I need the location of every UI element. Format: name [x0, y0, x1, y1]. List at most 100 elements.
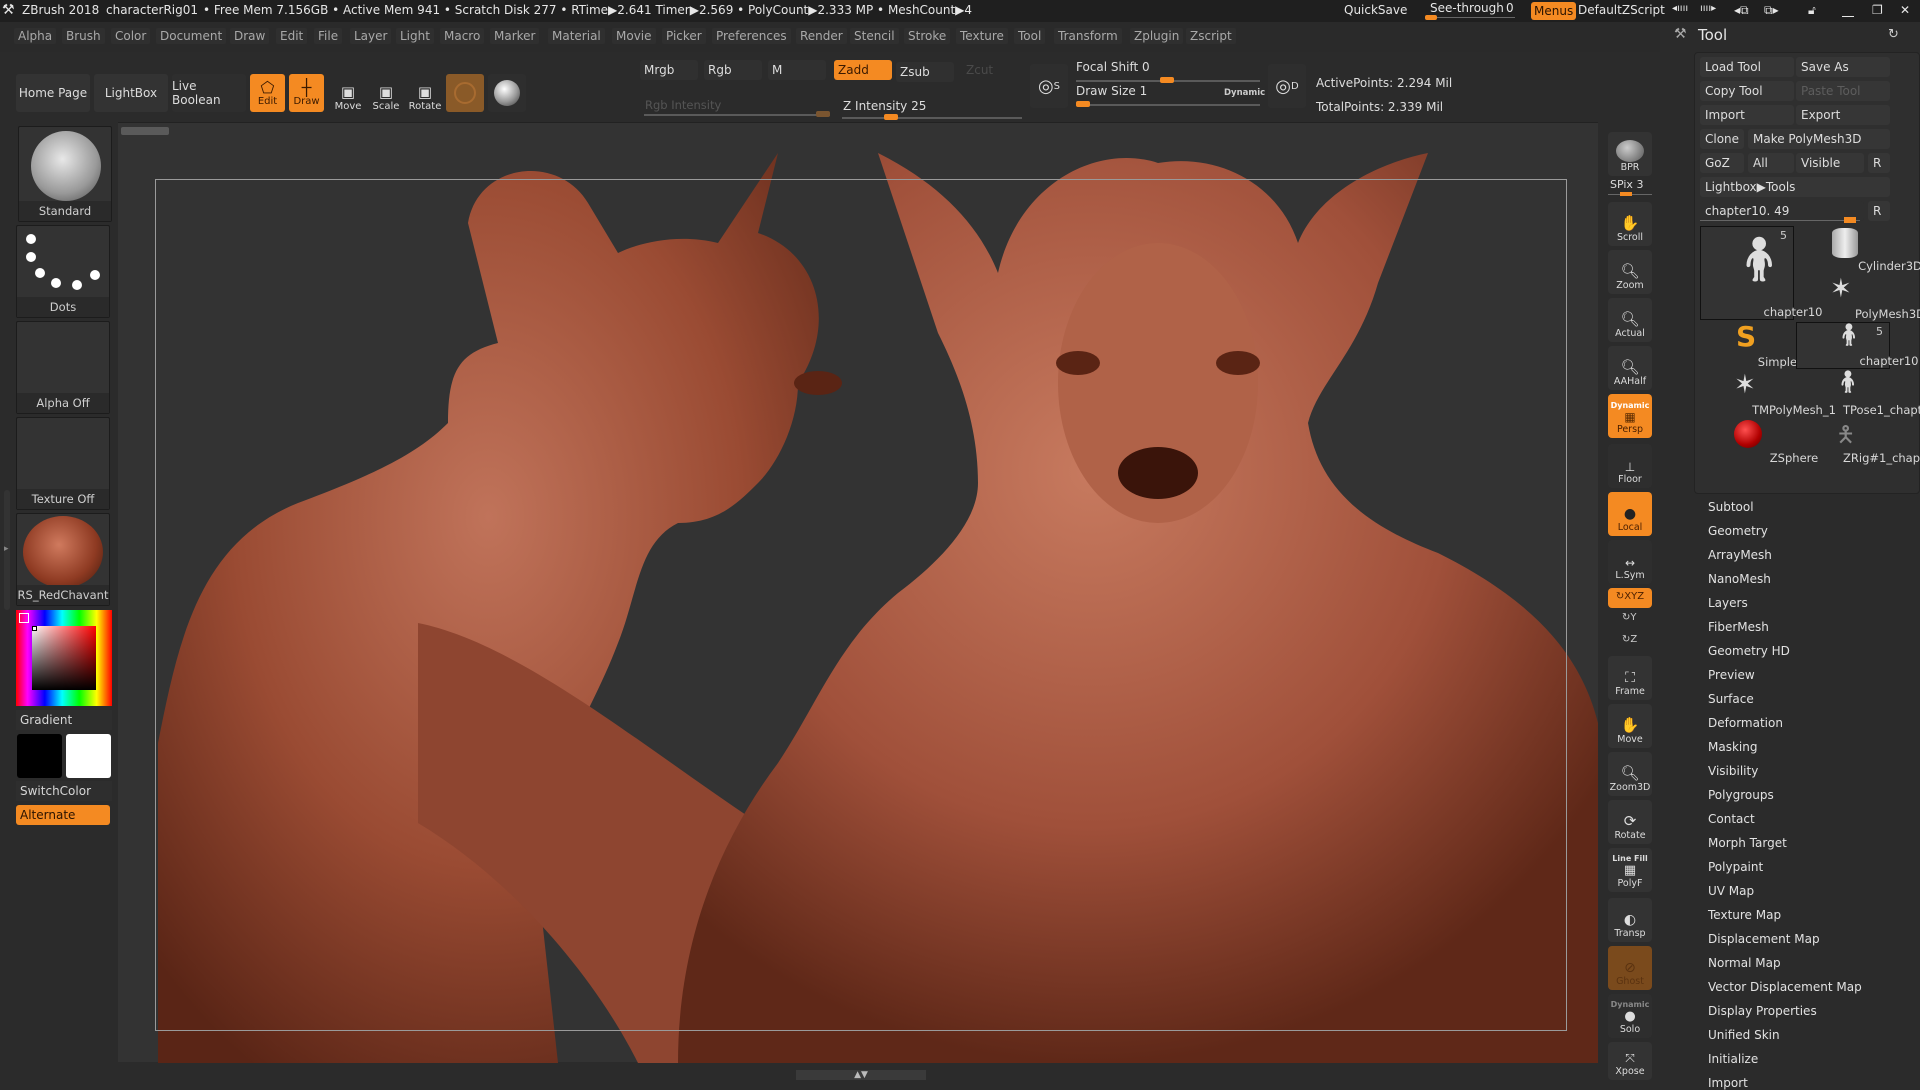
z-intensity-knob[interactable]	[883, 114, 898, 120]
menu-tool[interactable]: Tool	[1014, 28, 1046, 44]
texture-selector[interactable]: Texture Off	[16, 417, 110, 510]
lock-icon[interactable]: 🔓︎	[1808, 3, 1816, 18]
subpalette-preview[interactable]: Preview	[1708, 668, 1755, 682]
menu-stroke[interactable]: Stroke	[904, 28, 951, 44]
subpalette-normal-map[interactable]: Normal Map	[1708, 956, 1781, 970]
tool-thumb-zrig[interactable]: 🯅 ZRig#1_chapter1	[1796, 418, 1920, 465]
tool-thumb-polymesh3d[interactable]: ✶ PolyMesh3D	[1796, 274, 1920, 321]
lightbox-button[interactable]: LightBox	[94, 74, 168, 112]
edit-mode-button[interactable]: ⬠ Edit	[250, 74, 285, 112]
menu-marker[interactable]: Marker	[490, 28, 540, 44]
zadd-button[interactable]: Zadd	[834, 60, 892, 80]
import-button[interactable]: Import	[1700, 105, 1794, 125]
gradient-button[interactable]: Gradient	[16, 710, 112, 730]
stroke-selector[interactable]: Dots	[16, 225, 110, 318]
dynamic-toggle[interactable]: Dynamic	[1224, 88, 1265, 98]
goz-r-button[interactable]: R	[1868, 153, 1890, 173]
quicksave-button[interactable]: QuickSave	[1344, 3, 1407, 17]
tool-palette-title[interactable]: Tool	[1698, 26, 1727, 44]
menu-texture[interactable]: Texture	[956, 28, 1008, 44]
menu-edit[interactable]: Edit	[276, 28, 308, 44]
switch-color-button[interactable]: SwitchColor	[16, 781, 112, 801]
document-canvas[interactable]	[118, 122, 1598, 1063]
bpr-button[interactable]: BPR	[1608, 132, 1652, 176]
menu-preferences[interactable]: Preferences	[712, 28, 791, 44]
zoom3d-button[interactable]: 🔍︎ Zoom3D	[1608, 752, 1652, 796]
menu-color[interactable]: Color	[111, 28, 151, 44]
dock-right-icon[interactable]: ıııı▸	[1700, 3, 1716, 14]
polyf-button[interactable]: Line Fill ▦ PolyF	[1608, 848, 1652, 892]
menu-draw[interactable]: Draw	[230, 28, 270, 44]
lsym-button[interactable]: ↔ L.Sym	[1608, 540, 1652, 584]
color-picker[interactable]	[16, 610, 112, 706]
menu-transform[interactable]: Transform	[1054, 28, 1122, 44]
zcut-button[interactable]: Zcut	[966, 63, 993, 77]
export-button[interactable]: Export	[1796, 105, 1890, 125]
sculptris-pro-icon[interactable]: ◎ S	[1030, 64, 1068, 108]
tool-thumb-tpose[interactable]: 🧍︎ TPose1_chapter1	[1796, 370, 1920, 417]
menu-render[interactable]: Render	[796, 28, 847, 44]
menus-toggle[interactable]: Menus	[1531, 2, 1577, 20]
material-swatch-button[interactable]	[446, 74, 484, 112]
hue-marker[interactable]	[19, 613, 29, 623]
tool-thumb-chapter10-small[interactable]: 5 🧍︎ chapter10	[1796, 322, 1918, 369]
menu-document[interactable]: Document	[156, 28, 227, 44]
brush-selector[interactable]: Standard	[18, 126, 112, 222]
subpalette-masking[interactable]: Masking	[1708, 740, 1757, 754]
subpalette-vector-displacement-map[interactable]: Vector Displacement Map	[1708, 980, 1862, 994]
current-tool-r-button[interactable]: R	[1868, 201, 1890, 221]
subpalette-deformation[interactable]: Deformation	[1708, 716, 1783, 730]
floor-button[interactable]: ⊥ Floor	[1608, 444, 1652, 488]
rotate-z-button[interactable]: ↻Z	[1622, 634, 1637, 645]
subpalette-uv-map[interactable]: UV Map	[1708, 884, 1754, 898]
subpalette-texture-map[interactable]: Texture Map	[1708, 908, 1781, 922]
dock-left-icon[interactable]: ◂ıııı	[1672, 3, 1688, 14]
secondary-color-swatch[interactable]	[66, 734, 111, 778]
save-as-button[interactable]: Save As	[1796, 57, 1890, 77]
load-tool-button[interactable]: Load Tool	[1700, 57, 1794, 77]
clone-button[interactable]: Clone	[1700, 129, 1744, 149]
minimize-icon[interactable]: ⎽	[1842, 3, 1854, 18]
menu-zplugin[interactable]: Zplugin	[1130, 28, 1184, 44]
subpalette-initialize[interactable]: Initialize	[1708, 1052, 1758, 1066]
transp-button[interactable]: ◐ Transp	[1608, 898, 1652, 942]
goz-visible-button[interactable]: Visible	[1796, 153, 1864, 173]
zoom-button[interactable]: 🔍︎ Zoom	[1608, 250, 1652, 294]
menu-material[interactable]: Material	[548, 28, 605, 44]
subpalette-display-properties[interactable]: Display Properties	[1708, 1004, 1817, 1018]
live-boolean-button[interactable]: Live Boolean	[172, 74, 246, 112]
subpalette-surface[interactable]: Surface	[1708, 692, 1754, 706]
actual-button[interactable]: 🔍︎ Actual	[1608, 298, 1652, 342]
subpalette-arraymesh[interactable]: ArrayMesh	[1708, 548, 1772, 562]
focal-shift-knob[interactable]	[1160, 77, 1174, 83]
lightbox-tools-button[interactable]: Lightbox▶Tools	[1700, 177, 1890, 197]
current-tool-slider[interactable]: chapter10. 49	[1700, 201, 1864, 221]
goz-button[interactable]: GoZ	[1700, 153, 1744, 173]
scroll-button[interactable]: ✋ Scroll	[1608, 202, 1652, 246]
spix-slider[interactable]	[1608, 192, 1652, 196]
tool-thumb-tmpolymesh[interactable]: ✶ TMPolyMesh_1	[1700, 370, 1836, 417]
spix-knob[interactable]	[1620, 192, 1632, 196]
rgb-button[interactable]: Rgb	[704, 60, 762, 80]
move-view-button[interactable]: ✋ Move	[1608, 704, 1652, 748]
see-through-slider[interactable]	[1425, 15, 1515, 20]
layout-next-icon[interactable]: ⧉▸	[1764, 3, 1779, 18]
rotate-mode-button[interactable]: ▣ Rotate	[403, 70, 447, 112]
persp-button[interactable]: Dynamic ▦ Persp	[1608, 394, 1652, 438]
menu-alpha[interactable]: Alpha	[14, 28, 57, 44]
rotate-y-button[interactable]: ↻Y	[1622, 612, 1637, 623]
copy-tool-button[interactable]: Copy Tool	[1700, 81, 1794, 101]
home-page-button[interactable]: Home Page	[16, 74, 90, 112]
m-button[interactable]: M	[768, 60, 826, 80]
menu-file[interactable]: File	[314, 28, 343, 44]
lightbox-material-button[interactable]	[488, 74, 526, 112]
alpha-selector[interactable]: Alpha Off	[16, 321, 110, 414]
menu-picker[interactable]: Picker	[662, 28, 706, 44]
draw-size-slider[interactable]	[1076, 104, 1260, 106]
xpose-button[interactable]: ⤧ Xpose	[1608, 1042, 1652, 1080]
draw-size-knob[interactable]	[1076, 101, 1090, 107]
color-square[interactable]	[32, 626, 96, 690]
subpalette-subtool[interactable]: Subtool	[1708, 500, 1754, 514]
rotate-xyz-button[interactable]: ↻XYZ	[1608, 588, 1652, 608]
tool-thumb-simplebrush[interactable]: S SimpleBrush	[1700, 320, 1830, 369]
